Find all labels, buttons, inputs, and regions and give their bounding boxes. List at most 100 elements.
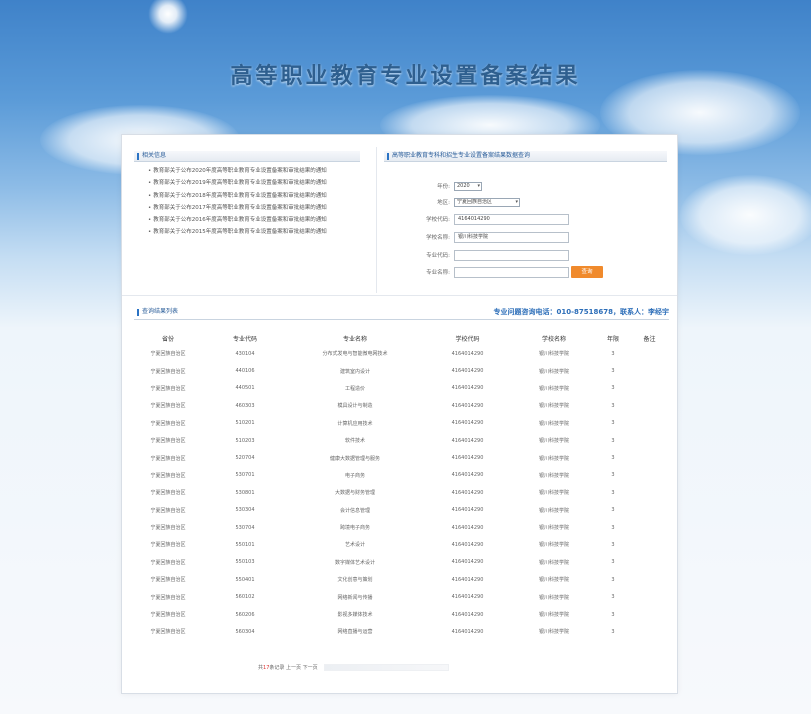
table-cell: 510203 [235, 437, 255, 444]
table-row: 宁夏回族自治区 430104 分布式发电与智能微电网技术 4164014290 银川科技… [136, 345, 666, 362]
chevron-down-icon: ▾ [515, 198, 518, 205]
table-cell: 460303 [235, 402, 255, 409]
notice-item[interactable]: • 教育部关于公布2020年度高等职业教育专业设置备案和审批结果的通知 [148, 165, 368, 177]
table-cell [633, 588, 666, 605]
column-header: 专业代码 [232, 336, 257, 343]
table-cell: 网络新闻与传播 [337, 594, 373, 601]
table-cell: 宁夏回族自治区 [150, 612, 186, 619]
bullet-icon: • [148, 168, 152, 174]
section-divider [122, 295, 677, 296]
table-cell: 艺术设计 [344, 542, 365, 549]
table-cell: 银川科技学院 [538, 507, 569, 514]
table-cell: 3 [611, 472, 615, 479]
table-cell: 4164014290 [451, 437, 484, 444]
table-cell: 数字媒体艺术设计 [334, 559, 375, 566]
table-cell [633, 484, 666, 501]
school-name-input[interactable]: 银川科技学院 [454, 231, 569, 243]
table-cell: 银川科技学院 [538, 542, 569, 549]
results-header-label: 查询结果列表 [142, 308, 179, 315]
region-select[interactable]: 宁夏回族自治区 ▾ [454, 197, 520, 207]
notice-item-text: 教育部关于公布2019年度高等职业教育专业设置备案和审批结果的通知 [153, 180, 327, 187]
notice-item[interactable]: • 教育部关于公布2015年度高等职业教育专业设置备案和审批结果的通知 [148, 226, 368, 238]
major-code-input[interactable] [454, 249, 569, 261]
chevron-down-icon: ▾ [477, 182, 480, 189]
table-cell [633, 432, 666, 449]
notice-item-text: 教育部关于公布2016年度高等职业教育专业设置备案和审批结果的通知 [153, 217, 327, 224]
table-cell: 健康大数据管理与服务 [329, 455, 380, 462]
column-header: 专业名称 [342, 336, 367, 343]
table-cell: 3 [611, 559, 615, 566]
table-cell: 宁夏回族自治区 [150, 507, 186, 514]
bullet-icon: • [148, 204, 152, 211]
table-row: 宁夏回族自治区 550401 文化创意与策划 4164014290 银川科技学院 3 [136, 571, 666, 588]
table-row: 宁夏回族自治区 530304 会计信息管理 4164014290 银川科技学院 3 [136, 502, 666, 519]
table-row: 宁夏回族自治区 520704 健康大数据管理与服务 4164014290 银川科技学院 3 [136, 449, 666, 466]
table-cell: 宁夏回族自治区 [150, 438, 186, 445]
notice-item[interactable]: • 教育部关于公布2018年度高等职业教育专业设置备案和审批结果的通知 [148, 190, 368, 202]
table-cell: 网络直播与运营 [337, 629, 373, 636]
year-select-value: 2020 [457, 182, 470, 189]
column-header: 学校名称 [541, 336, 566, 343]
table-cell: 银川科技学院 [538, 559, 569, 566]
table-cell: 宁夏回族自治区 [150, 594, 186, 601]
table-cell: 4164014290 [451, 559, 484, 566]
table-cell: 银川科技学院 [538, 490, 569, 497]
school-name-label: 学校名称: [426, 235, 450, 241]
table-cell [633, 536, 666, 553]
table-cell: 电子商务 [344, 472, 365, 479]
major-name-input[interactable] [454, 266, 569, 278]
region-label: 地区: [437, 200, 450, 206]
table-cell: 440106 [235, 368, 255, 375]
school-code-input[interactable]: 4164014290 [454, 213, 569, 225]
major-name-row: 专业名称: [426, 266, 569, 278]
table-cell: 跨境电子商务 [339, 525, 370, 532]
notice-item[interactable]: • 教育部关于公布2017年度高等职业教育专业设置备案和审批结果的通知 [148, 202, 368, 214]
notice-item[interactable]: • 教育部关于公布2016年度高等职业教育专业设置备案和审批结果的通知 [148, 214, 368, 226]
table-cell [633, 623, 666, 640]
table-cell: 影视多媒体技术 [337, 612, 373, 619]
notice-item[interactable]: • 教育部关于公布2019年度高等职业教育专业设置备案和审批结果的通知 [148, 177, 368, 189]
table-cell: 软件技术 [344, 438, 365, 445]
year-label: 年份: [437, 184, 450, 190]
table-row: 宁夏回族自治区 530704 跨境电子商务 4164014290 银川科技学院 3 [136, 519, 666, 536]
table-cell: 宁夏回族自治区 [150, 351, 186, 358]
school-name-row: 学校名称: 银川科技学院 [426, 231, 569, 243]
table-cell: 宁夏回族自治区 [150, 420, 186, 427]
bullet-icon: • [148, 180, 152, 187]
pagination-suffix[interactable]: 条记录 上一页 下一页 [269, 665, 317, 671]
table-cell: 银川科技学院 [538, 594, 569, 601]
table-cell: 3 [611, 402, 615, 409]
table-cell: 560304 [235, 628, 255, 635]
table-cell: 银川科技学院 [538, 385, 569, 392]
table-cell [633, 519, 666, 536]
results-header-rule [134, 319, 669, 320]
results-header: 查询结果列表 [134, 307, 374, 318]
query-button[interactable]: 查询 [571, 266, 603, 278]
table-cell: 3 [611, 576, 615, 583]
table-cell: 银川科技学院 [538, 577, 569, 584]
bullet-icon: • [148, 217, 152, 224]
table-cell [633, 502, 666, 519]
table-cell: 550101 [235, 541, 255, 548]
notice-item-text: 教育部关于公布2015年度高等职业教育专业设置备案和审批结果的通知 [153, 229, 327, 236]
table-cell: 3 [611, 594, 615, 601]
table-cell: 会计信息管理 [339, 507, 370, 514]
table-cell: 宁夏回族自治区 [150, 385, 186, 392]
table-cell: 4164014290 [451, 420, 484, 427]
table-cell [633, 415, 666, 432]
table-cell [633, 449, 666, 466]
table-cell: 4164014290 [451, 524, 484, 531]
major-code-label: 专业代码: [426, 253, 450, 259]
table-cell: 530304 [235, 507, 255, 514]
table-cell: 银川科技学院 [538, 438, 569, 445]
bullet-icon: • [148, 192, 152, 199]
year-select[interactable]: 2020 ▾ [454, 181, 482, 191]
table-row: 宁夏回族自治区 560102 网络新闻与传播 4164014290 银川科技学院 3 [136, 588, 666, 605]
major-name-label: 专业名称: [426, 270, 450, 276]
table-cell: 宁夏回族自治区 [150, 455, 186, 462]
table-cell: 银川科技学院 [538, 525, 569, 532]
table-cell: 4164014290 [451, 385, 484, 392]
table-row: 宁夏回族自治区 560304 网络直播与运营 4164014290 银川科技学院 3 [136, 623, 666, 640]
table-cell: 分布式发电与智能微电网技术 [322, 351, 388, 358]
panel-divider [376, 147, 377, 293]
